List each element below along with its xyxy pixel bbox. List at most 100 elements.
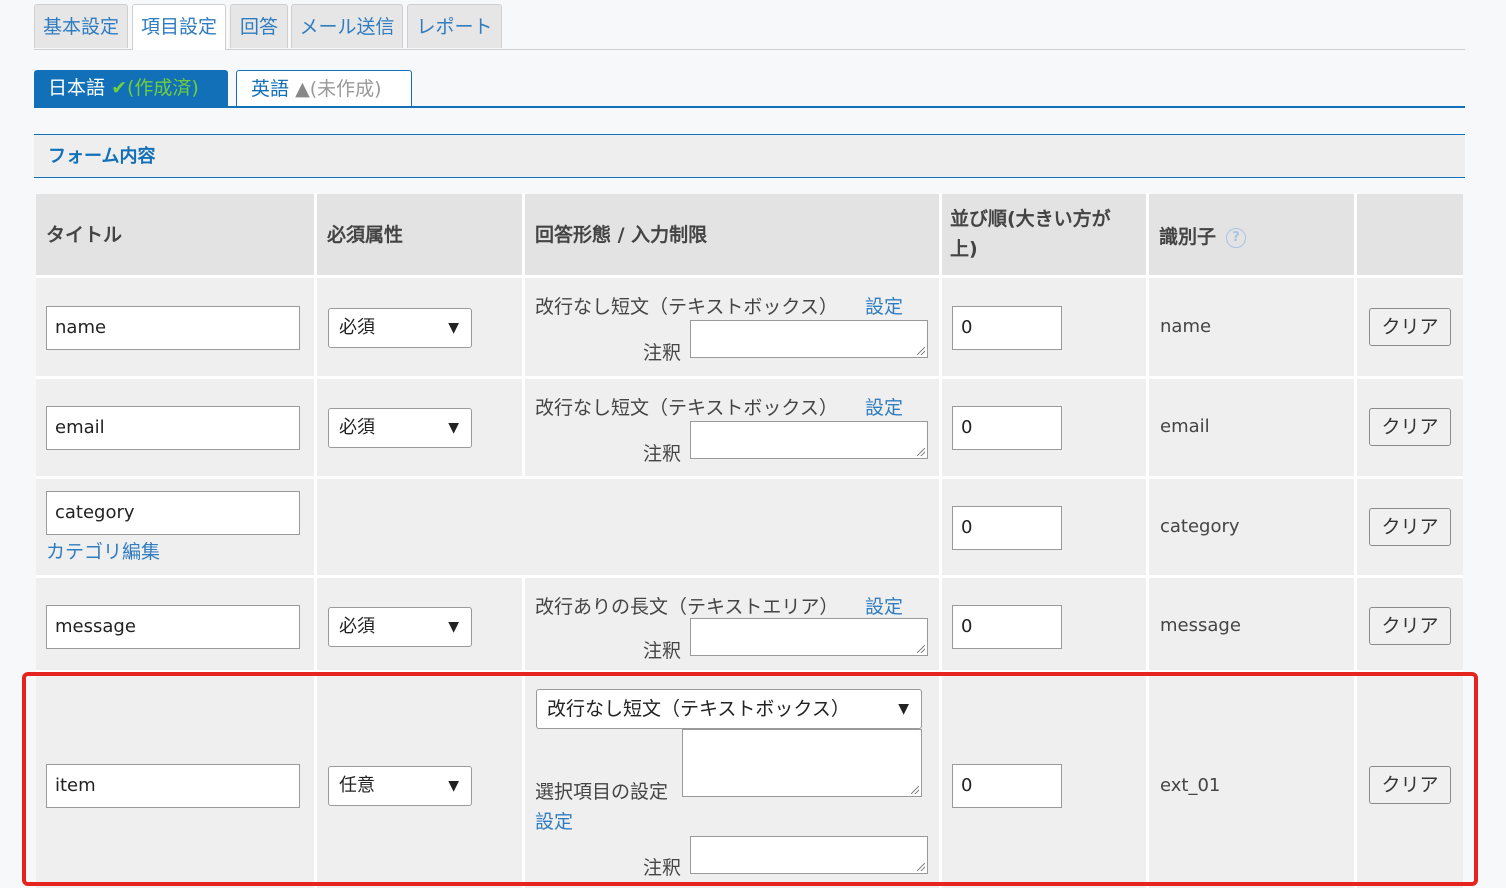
tab-label: レポート [416, 16, 493, 38]
title-input[interactable]: item [46, 764, 300, 808]
help-icon[interactable]: ? [1226, 227, 1247, 248]
tab-report[interactable]: レポート [407, 4, 502, 48]
required-select[interactable]: 必須 ▼ [328, 607, 472, 647]
answer-type-text: 改行なし短文（テキストボックス） [535, 296, 838, 318]
chevron-down-icon: ▼ [448, 320, 459, 336]
row5-answer-cell: 改行なし短文（テキストボックス） ▼ 選択項目の設定 設定 注釈 [525, 673, 939, 888]
section-title-text: フォーム内容 [48, 146, 156, 167]
lang-label: 日本語 [48, 77, 106, 99]
note-label: 注釈 [643, 443, 682, 465]
header-label: 必須属性 [327, 224, 404, 246]
order-input[interactable]: 0 [952, 764, 1062, 808]
tab-mail[interactable]: メール送信 [291, 4, 403, 48]
header-required: 必須属性 [317, 194, 522, 275]
answer-type-text: 改行なし短文（テキストボックス） [535, 397, 838, 419]
row5-actions-cell: クリア [1357, 673, 1463, 888]
clear-button[interactable]: クリア [1369, 408, 1451, 446]
order-input[interactable]: 0 [952, 406, 1062, 450]
lang-tab-japanese[interactable]: 日本語 ✔(作成済) [34, 70, 228, 106]
note-textarea[interactable] [690, 421, 928, 459]
clear-button[interactable]: クリア [1369, 607, 1451, 645]
row2-actions-cell: クリア [1357, 379, 1463, 476]
row4-answer-cell: 改行ありの長文（テキストエリア） 設定 注釈 [525, 578, 939, 670]
row1-title-cell: name [36, 278, 314, 376]
note-label: 注釈 [643, 640, 682, 662]
row3-order-cell: 0 [942, 479, 1146, 575]
row1-actions-cell: クリア [1357, 278, 1463, 376]
header-title: タイトル [36, 194, 314, 275]
clear-button[interactable]: クリア [1369, 508, 1451, 546]
header-order: 並び順(大きい方が上) [942, 194, 1146, 275]
lang-label: 英語 [251, 78, 290, 100]
setting-link[interactable]: 設定 [865, 292, 903, 319]
row3-actions-cell: クリア [1357, 479, 1463, 575]
clear-button[interactable]: クリア [1369, 766, 1451, 804]
row3-title-cell: category カテゴリ編集 [36, 479, 314, 575]
row5-required-cell: 任意 ▼ [317, 673, 522, 888]
header-label: 並び順(大きい方が上) [950, 208, 1111, 260]
note-textarea[interactable] [690, 836, 928, 874]
title-input[interactable]: message [46, 605, 300, 649]
select-value: 改行なし短文（テキストボックス） [547, 698, 850, 720]
row2-title-cell: email [36, 379, 314, 476]
lang-tab-english[interactable]: 英語 ▲(未作成) [236, 70, 412, 106]
note-label: 注釈 [643, 857, 682, 879]
choice-textarea[interactable] [682, 729, 922, 797]
warning-icon: ▲ [295, 78, 310, 100]
row1-identifier-cell: name [1149, 278, 1354, 376]
row2-order-cell: 0 [942, 379, 1146, 476]
row3-empty-cell [317, 479, 939, 575]
select-value: 必須 [339, 317, 375, 338]
form-items-table: タイトル 必須属性 回答形態 / 入力制限 並び順(大きい方が上) 識別子? n… [36, 194, 1463, 888]
choice-setting-label: 選択項目の設定 [535, 781, 669, 803]
row1-required-cell: 必須 ▼ [317, 278, 522, 376]
tab-basic-settings[interactable]: 基本設定 [34, 4, 128, 48]
tab-item-settings[interactable]: 項目設定 [132, 4, 226, 50]
title-input[interactable]: name [46, 306, 300, 350]
chevron-down-icon: ▼ [448, 420, 459, 436]
header-answer-type: 回答形態 / 入力制限 [525, 194, 939, 275]
tab-answers[interactable]: 回答 [230, 4, 288, 48]
check-icon: ✔ [111, 77, 127, 99]
row4-actions-cell: クリア [1357, 578, 1463, 670]
section-title: フォーム内容 [34, 134, 1465, 178]
setting-link[interactable]: 設定 [535, 807, 573, 834]
row1-order-cell: 0 [942, 278, 1146, 376]
chevron-down-icon: ▼ [898, 701, 909, 717]
row5-identifier-cell: ext_01 [1149, 673, 1354, 888]
row2-identifier-cell: email [1149, 379, 1354, 476]
row3-identifier-cell: category [1149, 479, 1354, 575]
title-input[interactable]: email [46, 406, 300, 450]
note-label: 注釈 [643, 342, 682, 364]
row4-identifier-cell: message [1149, 578, 1354, 670]
category-edit-link[interactable]: カテゴリ編集 [46, 537, 160, 564]
header-label: タイトル [46, 224, 123, 246]
required-select[interactable]: 必須 ▼ [328, 308, 472, 348]
select-value: 必須 [339, 417, 375, 438]
identifier-text: name [1160, 316, 1212, 337]
setting-link[interactable]: 設定 [865, 393, 903, 420]
tab-label: 基本設定 [42, 16, 119, 38]
header-identifier: 識別子? [1149, 194, 1354, 275]
order-input[interactable]: 0 [952, 605, 1062, 649]
row5-title-cell: item [36, 673, 314, 888]
answer-type-select[interactable]: 改行なし短文（テキストボックス） ▼ [536, 689, 922, 729]
required-select[interactable]: 必須 ▼ [328, 408, 472, 448]
select-value: 必須 [339, 616, 375, 637]
main-tabs: 基本設定 項目設定 回答 メール送信 レポート [34, 4, 1465, 50]
lang-status: (未作成) [309, 78, 382, 100]
setting-link[interactable]: 設定 [865, 592, 903, 619]
order-input[interactable]: 0 [952, 506, 1062, 550]
note-textarea[interactable] [690, 618, 928, 656]
required-select[interactable]: 任意 ▼ [328, 766, 472, 806]
row4-required-cell: 必須 ▼ [317, 578, 522, 670]
header-actions [1357, 194, 1463, 275]
note-textarea[interactable] [690, 320, 928, 358]
title-input[interactable]: category [46, 491, 300, 535]
header-label: 回答形態 / 入力制限 [535, 224, 708, 246]
tab-label: 項目設定 [140, 16, 217, 38]
clear-button[interactable]: クリア [1369, 308, 1451, 346]
identifier-text: email [1160, 416, 1210, 437]
order-input[interactable]: 0 [952, 306, 1062, 350]
lang-status: (作成済) [126, 77, 199, 99]
